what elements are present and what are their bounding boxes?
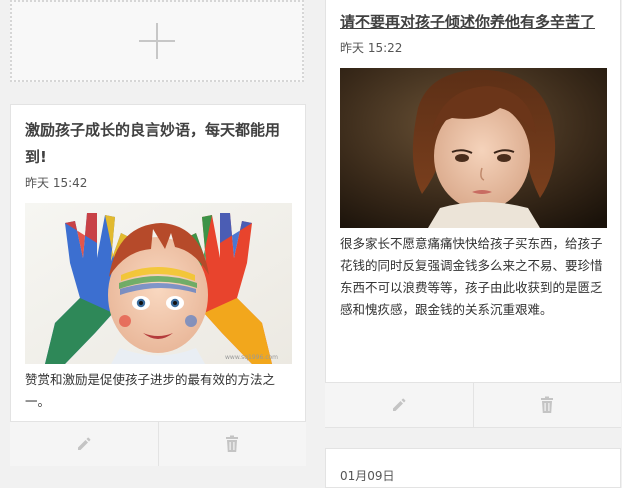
- delete-button[interactable]: [472, 383, 622, 427]
- article-card: 01月09日: [325, 448, 621, 488]
- card-actions: [325, 382, 621, 427]
- pencil-icon: [77, 437, 91, 450]
- article-time: 昨天 15:22: [340, 41, 403, 55]
- article-card: 请不要再对孩子倾述你养他有多辛苦了 昨天 15:22 很多家长不愿意痛痛快快给孩…: [325, 0, 621, 428]
- article-title[interactable]: 请不要再对孩子倾述你养他有多辛苦了: [326, 0, 620, 36]
- article-card: 激励孩子成长的良言妙语，每天都能用到! 昨天 15:42 www.sq1996.…: [10, 104, 306, 466]
- image-watermark: www.sq1996.com: [225, 354, 278, 361]
- article-title[interactable]: 激励孩子成长的良言妙语，每天都能用到!: [11, 105, 305, 171]
- pencil-icon: [392, 398, 406, 411]
- trash-icon: [541, 396, 554, 413]
- article-description: 很多家长不愿意痛痛快快给孩子买东西，给孩子花钱的同时反复强调金钱多么来之不易、要…: [340, 236, 603, 317]
- article-image[interactable]: www.sq1996.com: [25, 203, 292, 364]
- edit-button[interactable]: [325, 383, 473, 427]
- article-description: 赞赏和激励是促使孩子进步的最有效的方法之一。: [25, 372, 276, 409]
- delete-button[interactable]: [157, 422, 307, 466]
- trash-icon: [226, 435, 239, 452]
- plus-icon: [139, 23, 175, 59]
- article-image[interactable]: [340, 68, 607, 228]
- card-actions: [10, 421, 306, 466]
- add-article-button[interactable]: [10, 0, 304, 82]
- edit-button[interactable]: [10, 422, 158, 466]
- article-date: 01月09日: [340, 469, 395, 483]
- article-time: 昨天 15:42: [25, 176, 88, 190]
